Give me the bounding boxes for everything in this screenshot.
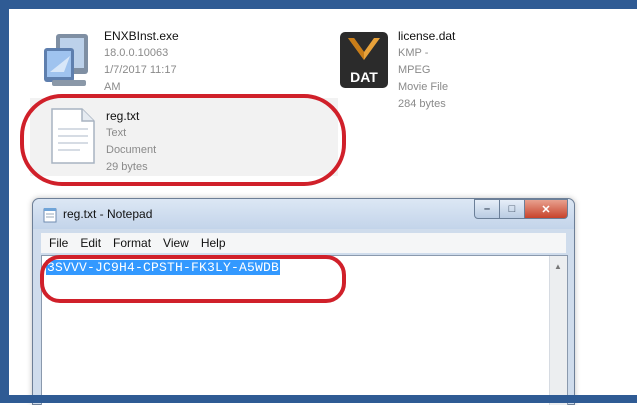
window-controls: – □ ✕ (474, 199, 568, 219)
file-name: license.dat (398, 29, 456, 43)
menu-help[interactable]: Help (201, 236, 226, 250)
menu-edit[interactable]: Edit (80, 236, 101, 250)
installer-icon (44, 34, 88, 86)
notepad-titlebar[interactable]: reg.txt - Notepad – □ ✕ (33, 199, 574, 229)
menu-format[interactable]: Format (113, 236, 151, 250)
menu-bar: File Edit Format View Help (41, 233, 566, 253)
menu-view[interactable]: View (163, 236, 189, 250)
scroll-up-arrow-icon[interactable]: ▲ (554, 262, 562, 271)
vertical-scrollbar[interactable]: ▲ (549, 256, 567, 405)
close-icon: ✕ (541, 203, 551, 216)
minimize-button[interactable]: – (474, 199, 500, 219)
window-title: reg.txt - Notepad (63, 207, 153, 221)
window-frame-top (0, 0, 637, 9)
maximize-icon: □ (508, 203, 516, 215)
annotation-circle-license-key (40, 255, 346, 303)
window-frame-left (0, 0, 9, 403)
menu-file[interactable]: File (49, 236, 68, 250)
file-date: 1/7/2017 11:17 AM (104, 64, 177, 93)
dat-icon-label: DAT (350, 69, 378, 85)
file-version: 18.0.0.10063 (104, 47, 169, 59)
maximize-button[interactable]: □ (500, 199, 525, 219)
notepad-icon (43, 208, 57, 223)
file-size: 284 bytes (398, 98, 446, 110)
window-frame-bottom (0, 395, 637, 403)
annotation-circle-reg-file (20, 94, 346, 186)
file-name: ENXBInst.exe (104, 29, 179, 43)
minimize-icon: – (483, 203, 491, 215)
close-button[interactable]: ✕ (525, 199, 568, 219)
file-type: KMP - MPEG Movie File (398, 47, 449, 93)
dat-file-icon: DAT (340, 32, 388, 88)
